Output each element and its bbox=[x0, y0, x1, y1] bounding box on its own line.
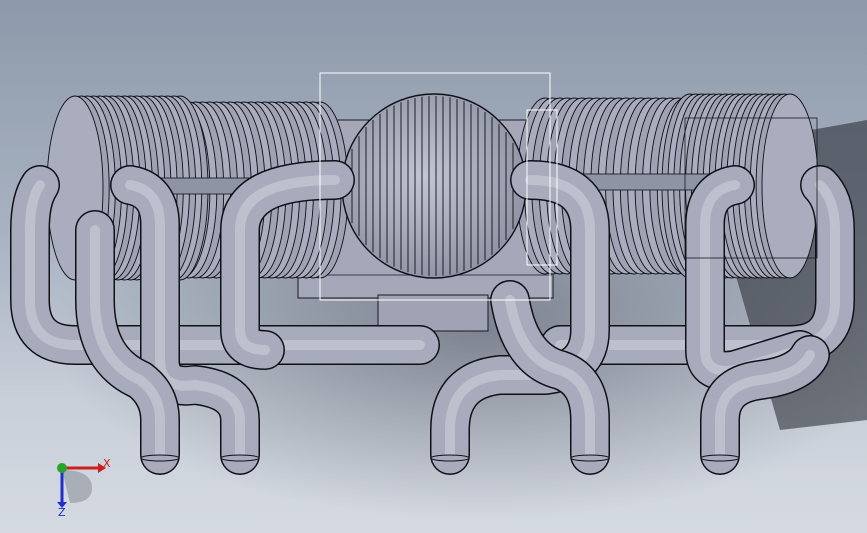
pipe-outlet bbox=[220, 454, 260, 462]
y-axis-dot bbox=[57, 463, 67, 473]
engine-model[interactable] bbox=[0, 0, 867, 533]
pipe-outlet bbox=[570, 454, 610, 462]
pipe-outlet bbox=[430, 454, 470, 462]
front-cylinder bbox=[341, 93, 527, 279]
graphics-viewport[interactable]: X Z bbox=[0, 0, 867, 533]
x-axis-label: X bbox=[103, 457, 111, 470]
pipe-outlet bbox=[140, 454, 180, 462]
coordinate-triad: X Z bbox=[57, 457, 111, 519]
z-axis-label: Z bbox=[58, 506, 66, 519]
pipe-outlet bbox=[700, 454, 740, 462]
triad-shadow bbox=[62, 470, 92, 503]
